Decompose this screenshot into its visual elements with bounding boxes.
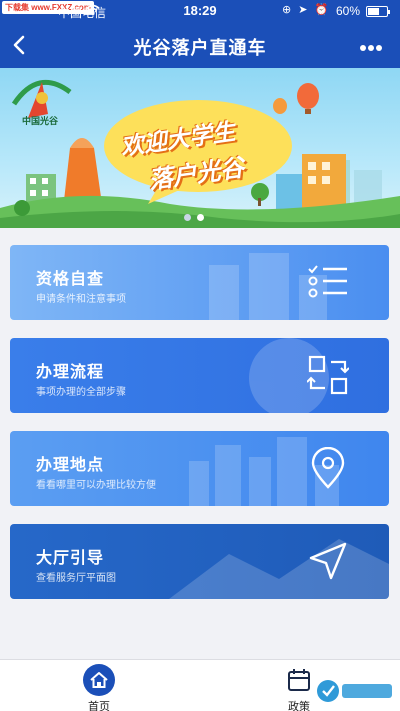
- page-title: 光谷落户直通车: [133, 38, 267, 58]
- qualification-check-card[interactable]: 资格自查 申请条件和注意事项: [10, 245, 389, 320]
- more-dot-icon: [368, 45, 374, 51]
- carousel-dot-active[interactable]: [197, 214, 204, 221]
- more-options-button[interactable]: [360, 38, 386, 51]
- carousel-indicator: [184, 208, 210, 226]
- card-title: 大厅引导: [36, 550, 105, 567]
- battery-level-fill: [368, 8, 379, 15]
- card-decoration: [209, 253, 327, 320]
- location-pin-icon: [311, 447, 345, 489]
- top-bar: 下载集 www.FXXZ.com 中国电信 18:29 ⊕ ➤ ⏰ 60% 光谷…: [0, 0, 400, 68]
- location-arrow-icon: ➤: [298, 4, 310, 16]
- battery-icon: [366, 6, 390, 17]
- card-subtitle: 查看服务厅平面图: [36, 573, 116, 584]
- flow-icon: [307, 355, 349, 395]
- carousel-dot[interactable]: [184, 214, 191, 221]
- card-decoration: [249, 338, 329, 413]
- more-dot-icon: [376, 45, 382, 51]
- rotation-lock-icon: ⊕: [282, 4, 294, 16]
- hall-guide-card[interactable]: 大厅引导 查看服务厅平面图: [10, 524, 389, 599]
- calendar-icon: [288, 669, 310, 691]
- card-decoration: [189, 437, 339, 506]
- process-flow-card[interactable]: 办理流程 事项办理的全部步骤: [10, 338, 389, 413]
- card-title: 办理流程: [36, 364, 105, 381]
- navigation-arrow-icon: [309, 542, 347, 580]
- home-icon: [83, 664, 115, 696]
- card-title: 资格自查: [36, 271, 105, 288]
- card-subtitle: 事项办理的全部步骤: [36, 387, 126, 398]
- card-decoration: [169, 539, 389, 599]
- service-location-card[interactable]: 办理地点 看看哪里可以办理比较方便: [10, 431, 389, 506]
- tab-home[interactable]: 首页: [54, 660, 144, 711]
- battery-percent: 60%: [336, 4, 361, 18]
- tab-label: 首页: [88, 701, 110, 711]
- status-icons: ⊕ ➤ ⏰: [282, 3, 330, 16]
- logo-caption: 中国光谷: [22, 116, 59, 126]
- card-subtitle: 看看哪里可以办理比较方便: [36, 480, 156, 491]
- more-dot-icon: [360, 45, 366, 51]
- card-title: 办理地点: [36, 457, 105, 474]
- checklist-icon: [308, 265, 347, 298]
- promo-banner[interactable]: 中国光谷 欢迎大学生 落户光谷: [0, 68, 400, 228]
- watermark-logo: [317, 680, 392, 702]
- alarm-icon: ⏰: [314, 4, 331, 16]
- status-bar: 下载集 www.FXXZ.com 中国电信 18:29 ⊕ ➤ ⏰ 60%: [0, 0, 400, 24]
- card-subtitle: 申请条件和注意事项: [36, 294, 126, 305]
